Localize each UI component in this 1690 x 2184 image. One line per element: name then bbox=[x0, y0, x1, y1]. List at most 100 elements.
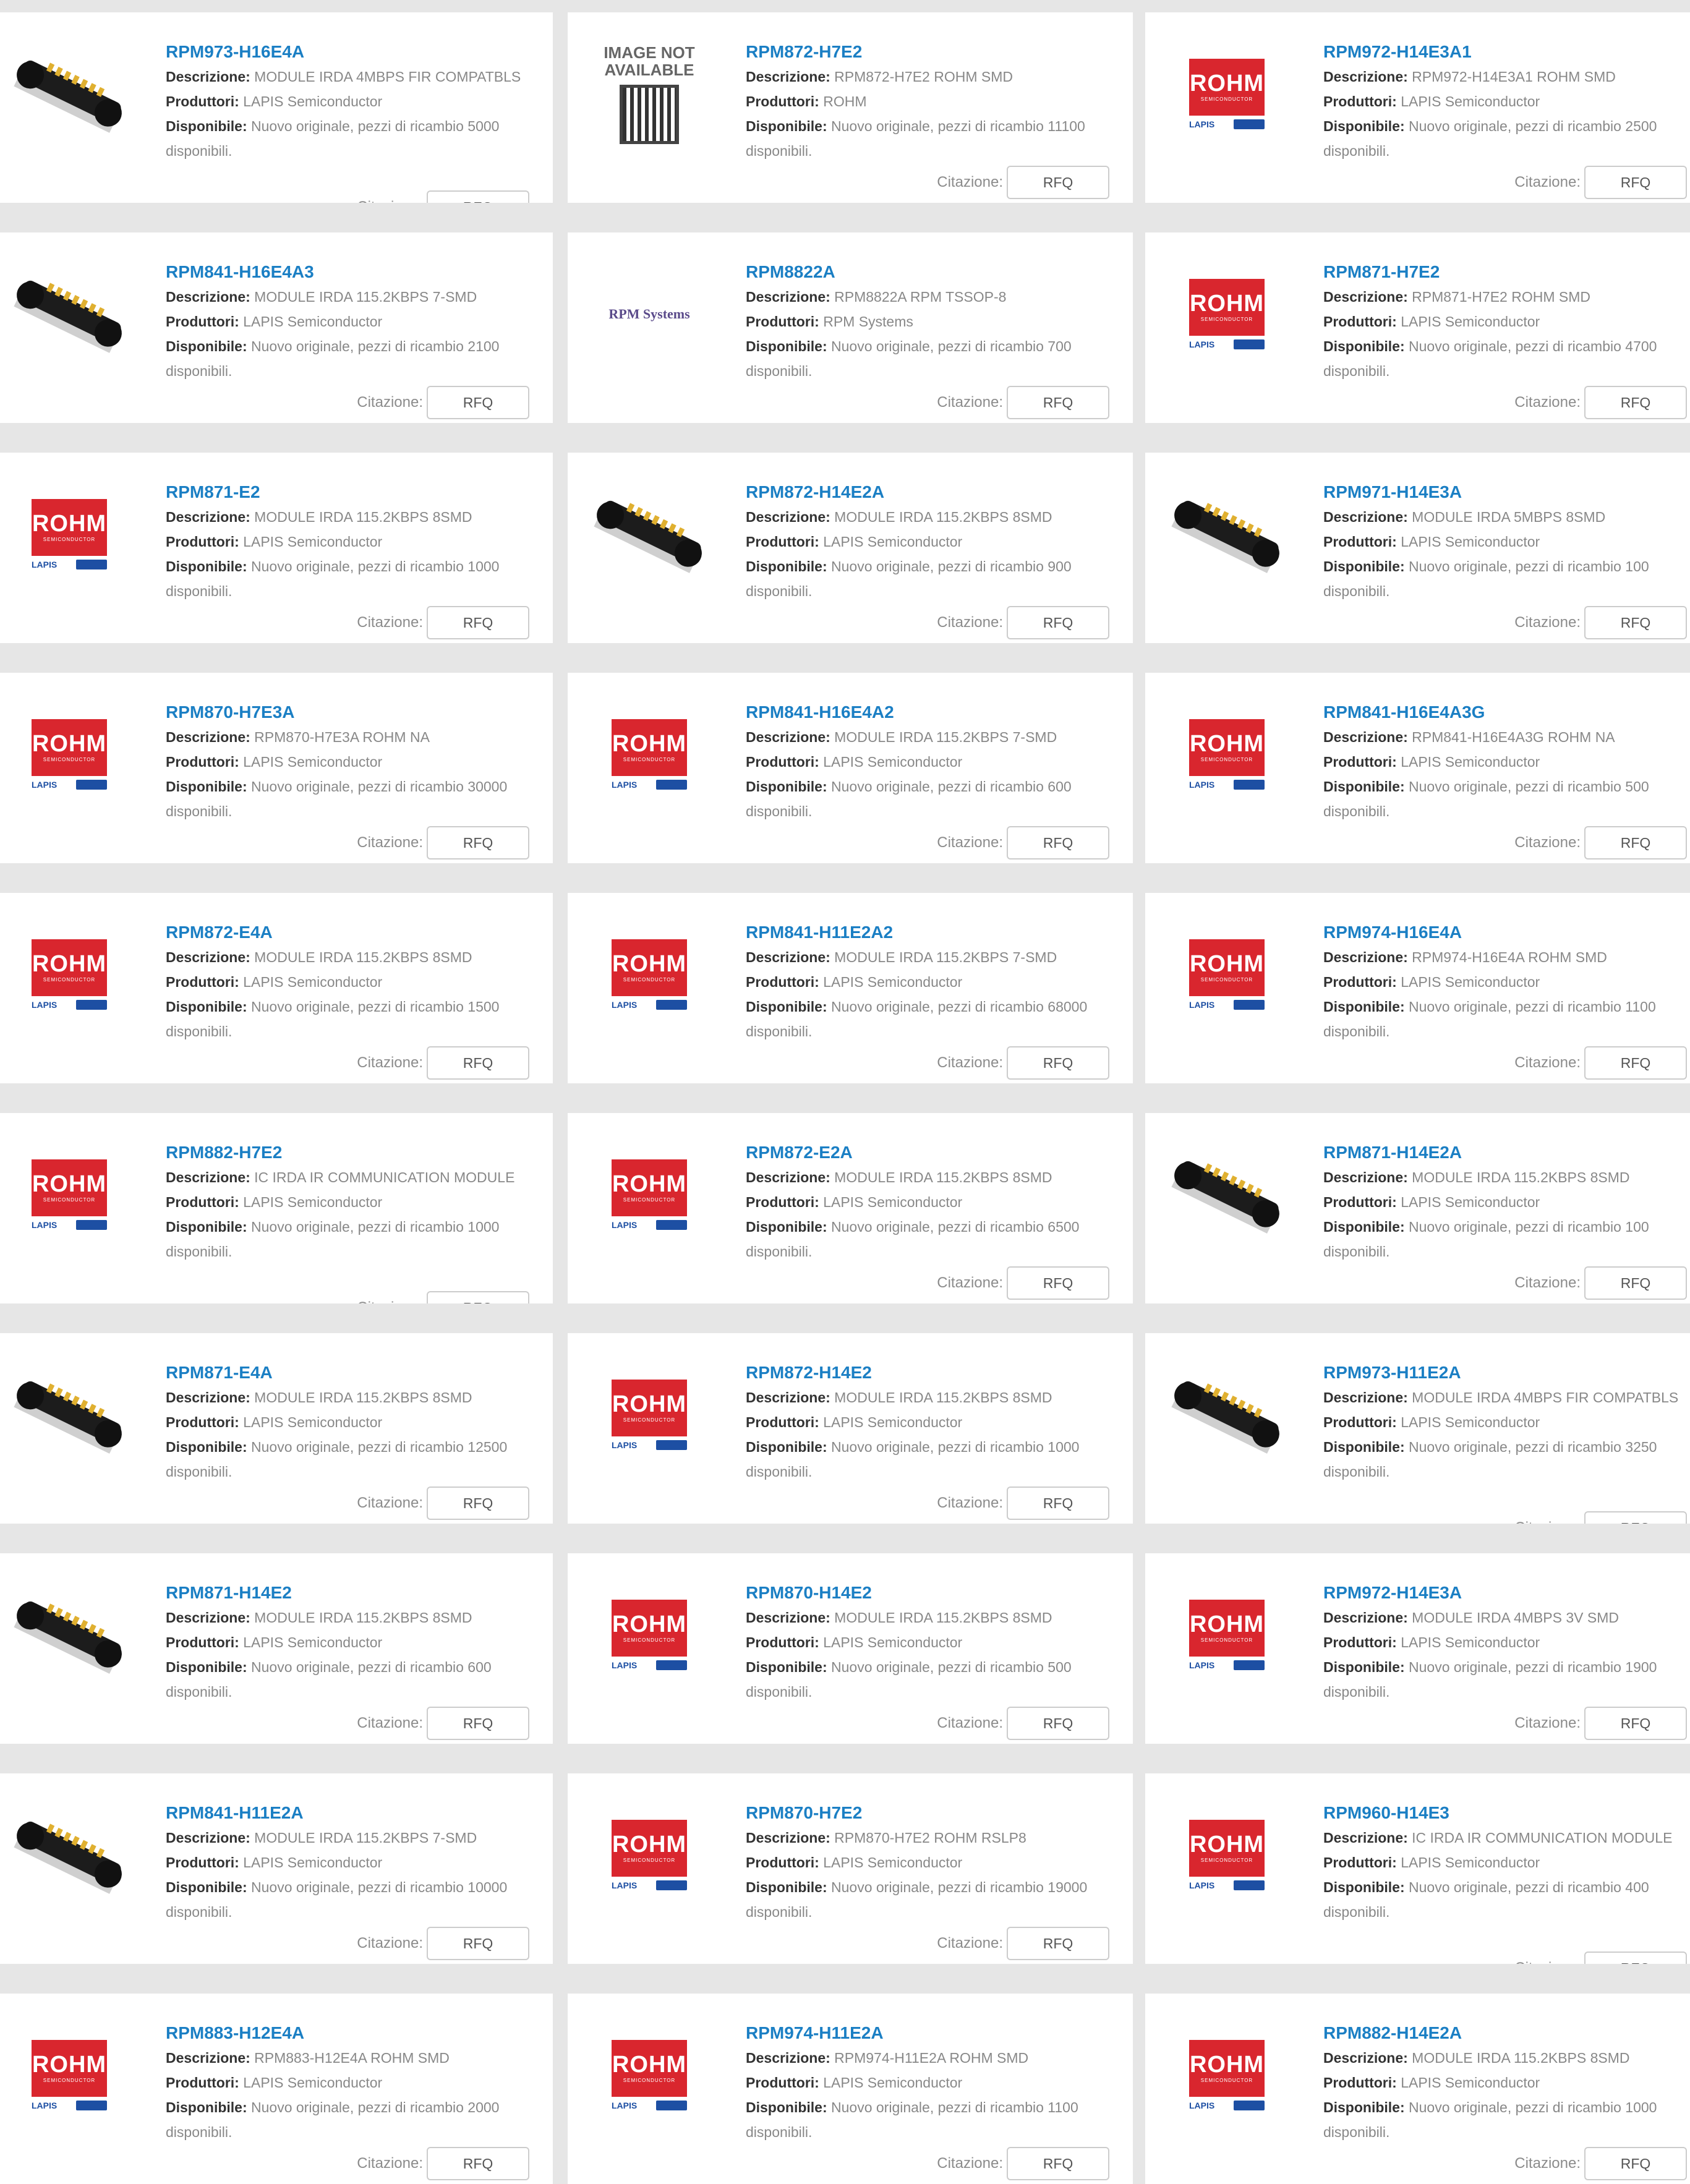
part-number-link[interactable]: RPM882-H7E2 bbox=[166, 1140, 544, 1165]
product-thumbnail[interactable]: RPM Systems bbox=[583, 257, 716, 371]
part-number-link[interactable]: RPM841-H11E2A bbox=[166, 1801, 544, 1825]
part-number-link[interactable]: RPM872-H7E2 bbox=[746, 40, 1124, 64]
product-thumbnail[interactable]: ROHM SEMICONDUCTOR LAPIS bbox=[583, 2018, 716, 2132]
kionix-logo bbox=[1234, 1660, 1265, 1670]
product-thumbnail[interactable]: ROHM SEMICONDUCTOR LAPIS bbox=[2, 697, 136, 811]
rfq-button[interactable]: RFQ bbox=[1007, 1046, 1109, 1080]
part-number-link[interactable]: RPM872-E2A bbox=[746, 1140, 1124, 1165]
product-thumbnail[interactable] bbox=[1160, 1358, 1294, 1472]
part-number-link[interactable]: RPM883-H12E4A bbox=[166, 2021, 544, 2045]
product-info: RPM870-H7E3A Descrizione: RPM870-H7E3A R… bbox=[166, 700, 544, 824]
part-number-link[interactable]: RPM971-H14E3A bbox=[1323, 480, 1690, 505]
product-thumbnail[interactable]: ROHM SEMICONDUCTOR LAPIS bbox=[1160, 1798, 1294, 1912]
product-thumbnail[interactable]: IMAGE NOT AVAILABLE bbox=[583, 37, 716, 151]
product-thumbnail[interactable]: ROHM SEMICONDUCTOR LAPIS bbox=[583, 697, 716, 811]
product-thumbnail[interactable]: ROHM SEMICONDUCTOR LAPIS bbox=[2, 477, 136, 591]
part-number-link[interactable]: RPM871-H7E2 bbox=[1323, 260, 1690, 284]
part-number-link[interactable]: RPM974-H16E4A bbox=[1323, 920, 1690, 945]
rfq-button[interactable]: RFQ bbox=[1007, 386, 1109, 419]
part-number-link[interactable]: RPM841-H16E4A2 bbox=[746, 700, 1124, 725]
rfq-button[interactable]: RFQ bbox=[1007, 1927, 1109, 1960]
part-number-link[interactable]: RPM870-H14E2 bbox=[746, 1580, 1124, 1605]
product-info: RPM872-H7E2 Descrizione: RPM872-H7E2 ROH… bbox=[746, 40, 1124, 163]
rfq-button[interactable]: RFQ bbox=[1007, 1266, 1109, 1300]
rfq-button[interactable]: RFQ bbox=[1007, 166, 1109, 199]
rfq-button[interactable]: RFQ bbox=[427, 2147, 529, 2180]
part-number-link[interactable]: RPM841-H11E2A2 bbox=[746, 920, 1124, 945]
rfq-button[interactable]: RFQ bbox=[427, 606, 529, 639]
rfq-button[interactable]: RFQ bbox=[1007, 1487, 1109, 1520]
product-thumbnail[interactable]: ROHM SEMICONDUCTOR LAPIS bbox=[583, 918, 716, 1031]
part-number-link[interactable]: RPM871-H14E2 bbox=[166, 1580, 544, 1605]
availability-line: Disponibile: Nuovo originale, pezzi di r… bbox=[1323, 999, 1656, 1039]
part-number-link[interactable]: RPM872-E4A bbox=[166, 920, 544, 945]
product-thumbnail[interactable]: ROHM SEMICONDUCTOR LAPIS bbox=[583, 1358, 716, 1472]
rfq-button[interactable]: RFQ bbox=[427, 1707, 529, 1740]
part-number-link[interactable]: RPM882-H14E2A bbox=[1323, 2021, 1690, 2045]
product-thumbnail[interactable]: ROHM SEMICONDUCTOR LAPIS bbox=[1160, 697, 1294, 811]
rfq-button[interactable]: RFQ bbox=[427, 1927, 529, 1960]
part-number-link[interactable]: RPM972-H14E3A bbox=[1323, 1580, 1690, 1605]
rfq-button[interactable]: RFQ bbox=[1584, 826, 1687, 860]
part-number-link[interactable]: RPM974-H11E2A bbox=[746, 2021, 1124, 2045]
part-number-link[interactable]: RPM973-H16E4A bbox=[166, 40, 544, 64]
part-number-link[interactable]: RPM841-H16E4A3G bbox=[1323, 700, 1690, 725]
product-thumbnail[interactable] bbox=[2, 1578, 136, 1692]
product-thumbnail[interactable] bbox=[2, 1798, 136, 1912]
rfq-button[interactable]: RFQ bbox=[427, 1487, 529, 1520]
rfq-button[interactable]: RFQ bbox=[1584, 166, 1687, 199]
rfq-button[interactable]: RFQ bbox=[1584, 1266, 1687, 1300]
product-thumbnail[interactable] bbox=[2, 257, 136, 371]
part-number-link[interactable]: RPM960-H14E3 bbox=[1323, 1801, 1690, 1825]
product-thumbnail[interactable]: ROHM SEMICONDUCTOR LAPIS bbox=[583, 1798, 716, 1912]
part-number-link[interactable]: RPM871-E4A bbox=[166, 1360, 544, 1385]
product-grid: RPM973-H16E4A Descrizione: MODULE IRDA 4… bbox=[0, 0, 1690, 2184]
product-thumbnail[interactable]: ROHM SEMICONDUCTOR LAPIS bbox=[1160, 2018, 1294, 2132]
rfq-button[interactable]: RFQ bbox=[427, 1291, 529, 1303]
rfq-button[interactable]: RFQ bbox=[1007, 1707, 1109, 1740]
quote-row: Citazione: RFQ bbox=[357, 1927, 529, 1960]
rfq-button[interactable]: RFQ bbox=[1584, 1511, 1687, 1524]
rfq-button[interactable]: RFQ bbox=[1584, 386, 1687, 419]
rfq-button[interactable]: RFQ bbox=[1007, 2147, 1109, 2180]
product-thumbnail[interactable]: ROHM SEMICONDUCTOR LAPIS bbox=[1160, 918, 1294, 1031]
product-thumbnail[interactable] bbox=[583, 477, 716, 591]
product-thumbnail[interactable]: ROHM SEMICONDUCTOR LAPIS bbox=[2, 2018, 136, 2132]
part-number-link[interactable]: RPM973-H11E2A bbox=[1323, 1360, 1690, 1385]
product-thumbnail[interactable] bbox=[2, 37, 136, 151]
rfq-button[interactable]: RFQ bbox=[1007, 826, 1109, 860]
availability-line: Disponibile: Nuovo originale, pezzi di r… bbox=[166, 558, 500, 599]
product-thumbnail[interactable]: ROHM SEMICONDUCTOR LAPIS bbox=[583, 1578, 716, 1692]
product-thumbnail[interactable]: ROHM SEMICONDUCTOR LAPIS bbox=[1160, 1578, 1294, 1692]
quote-row: Citazione: RFQ bbox=[1514, 1266, 1687, 1300]
product-thumbnail[interactable]: ROHM SEMICONDUCTOR LAPIS bbox=[1160, 37, 1294, 151]
part-number-link[interactable]: RPM8822A bbox=[746, 260, 1124, 284]
description-line: Descrizione: RPM972-H14E3A1 ROHM SMD bbox=[1323, 69, 1616, 85]
part-number-link[interactable]: RPM871-E2 bbox=[166, 480, 544, 505]
rfq-button[interactable]: RFQ bbox=[1007, 606, 1109, 639]
product-thumbnail[interactable] bbox=[2, 1358, 136, 1472]
rfq-button[interactable]: RFQ bbox=[427, 386, 529, 419]
part-number-link[interactable]: RPM841-H16E4A3 bbox=[166, 260, 544, 284]
rfq-button[interactable]: RFQ bbox=[1584, 1952, 1687, 1964]
part-number-link[interactable]: RPM872-H14E2A bbox=[746, 480, 1124, 505]
part-number-link[interactable]: RPM870-H7E2 bbox=[746, 1801, 1124, 1825]
product-thumbnail[interactable]: ROHM SEMICONDUCTOR LAPIS bbox=[583, 1138, 716, 1252]
rfq-button[interactable]: RFQ bbox=[427, 826, 529, 860]
rfq-button[interactable]: RFQ bbox=[1584, 606, 1687, 639]
product-thumbnail[interactable]: ROHM SEMICONDUCTOR LAPIS bbox=[2, 1138, 136, 1252]
part-number-link[interactable]: RPM872-H14E2 bbox=[746, 1360, 1124, 1385]
product-thumbnail[interactable] bbox=[1160, 477, 1294, 591]
part-number-link[interactable]: RPM972-H14E3A1 bbox=[1323, 40, 1690, 64]
part-number-link[interactable]: RPM870-H7E3A bbox=[166, 700, 544, 725]
rfq-button[interactable]: RFQ bbox=[1584, 1046, 1687, 1080]
rfq-button[interactable]: RFQ bbox=[427, 1046, 529, 1080]
rfq-button[interactable]: RFQ bbox=[1584, 1707, 1687, 1740]
product-thumbnail[interactable]: ROHM SEMICONDUCTOR LAPIS bbox=[2, 918, 136, 1031]
rfq-button[interactable]: RFQ bbox=[1584, 2147, 1687, 2180]
rohm-logo: ROHM SEMICONDUCTOR LAPIS bbox=[612, 1380, 687, 1450]
part-number-link[interactable]: RPM871-H14E2A bbox=[1323, 1140, 1690, 1165]
product-thumbnail[interactable] bbox=[1160, 1138, 1294, 1252]
rfq-button[interactable]: RFQ bbox=[427, 190, 529, 203]
product-thumbnail[interactable]: ROHM SEMICONDUCTOR LAPIS bbox=[1160, 257, 1294, 371]
